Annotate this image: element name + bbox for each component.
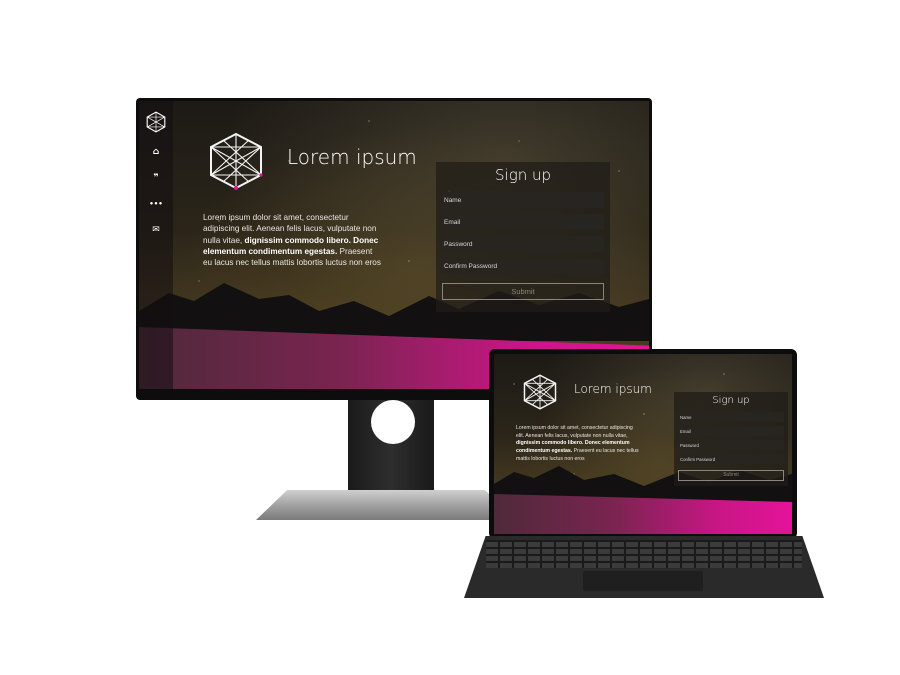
password-field[interactable]: Password xyxy=(442,236,604,252)
hero-title: Lorem ipsum xyxy=(287,145,417,169)
tablet-email-field[interactable]: Email xyxy=(678,426,784,436)
hero-logo-icon xyxy=(210,132,263,190)
tablet-name-field[interactable]: Name xyxy=(678,412,784,422)
submit-button[interactable]: Submit xyxy=(442,283,604,300)
tablet-hero-title: Lorem ipsum xyxy=(574,382,652,396)
sidebar-nav: ⌂ ❞ ••• ✉ xyxy=(139,101,173,389)
tablet-screen: Lorem ipsum Lorem ipsum dolor sit amet, … xyxy=(494,354,792,534)
tablet-confirm-password-field[interactable]: Confirm Password xyxy=(678,454,784,464)
monitor-stand-base xyxy=(256,490,516,520)
signup-form: Sign up Name Email Password Confirm Pass… xyxy=(436,162,610,312)
tablet-password-field[interactable]: Password xyxy=(678,440,784,450)
email-field[interactable]: Email xyxy=(442,214,604,230)
more-icon[interactable]: ••• xyxy=(149,200,162,209)
monitor-stand-hole xyxy=(371,400,415,444)
tablet-signup-title: Sign up xyxy=(712,395,750,406)
tablet-signup-form: Sign up Name Email Password Confirm Pass… xyxy=(674,392,788,486)
quote-icon[interactable]: ❞ xyxy=(153,174,158,183)
mail-icon[interactable]: ✉ xyxy=(152,226,160,235)
name-field[interactable]: Name xyxy=(442,192,604,208)
hero-paragraph: Lorem ipsum dolor sit amet, consectetur … xyxy=(203,212,381,268)
tablet-hero-text-part-1: Lorem ipsum dolor sit amet, consectetur … xyxy=(516,425,633,439)
monitor-screen: ⌂ ❞ ••• ✉ Lorem ipsum Lorem ipsum dolor … xyxy=(139,101,649,389)
tablet-hero-logo-icon xyxy=(523,374,557,410)
tablet-hero-paragraph: Lorem ipsum dolor sit amet, consectetur … xyxy=(516,425,640,464)
keyboard-trackpad xyxy=(583,571,703,591)
keyboard-keys xyxy=(486,540,802,568)
signup-title: Sign up xyxy=(495,166,551,184)
tablet-submit-button[interactable]: Submit xyxy=(678,470,784,481)
brand-logo-icon[interactable] xyxy=(145,111,167,133)
home-icon[interactable]: ⌂ xyxy=(153,148,159,157)
confirm-password-field[interactable]: Confirm Password xyxy=(442,258,604,274)
